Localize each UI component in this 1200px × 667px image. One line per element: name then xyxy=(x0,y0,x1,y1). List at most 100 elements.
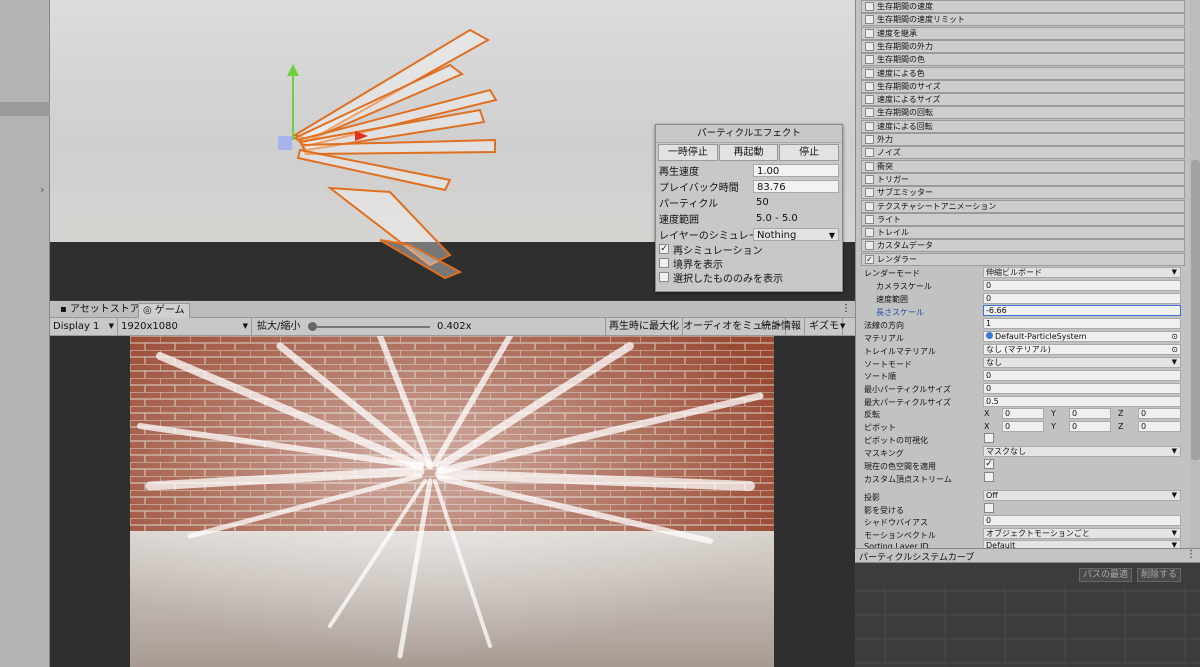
playback-speed-field[interactable]: 1.00 xyxy=(753,163,839,177)
trail-material-field[interactable]: なし (マテリアル) ⊙ xyxy=(983,344,1181,355)
module-row[interactable]: 速度による回転 xyxy=(861,119,1185,133)
playback-time-field[interactable]: 83.76 xyxy=(753,179,839,193)
module-row[interactable]: 外力 xyxy=(861,133,1185,146)
motion-vectors-dropdown[interactable]: オブジェクトモーションごと ▼ xyxy=(983,528,1181,539)
scale-slider-thumb[interactable] xyxy=(308,322,317,331)
scene-view[interactable]: パーティクルエフェクト 一時停止 再起動 停止 再生速度 1.00 プレイバック… xyxy=(50,0,855,300)
checkbox-checked-icon[interactable]: ✓ xyxy=(659,244,669,254)
module-row[interactable]: 生存期間のサイズ xyxy=(861,79,1185,93)
checkbox-icon[interactable] xyxy=(865,55,874,65)
masking-dropdown[interactable]: マスクなし ▼ xyxy=(983,446,1181,457)
module-row[interactable]: ✓ レンダラー xyxy=(861,252,1185,266)
module-row[interactable]: 速度を継承 xyxy=(861,26,1185,40)
module-row[interactable]: 生存期間の速度 xyxy=(861,0,1185,13)
restart-button[interactable]: 再起動 xyxy=(718,144,779,161)
resolution-dropdown[interactable]: 1920x1080 ▼ xyxy=(118,318,252,336)
module-row[interactable]: ノイズ xyxy=(861,146,1185,160)
checkbox-icon[interactable] xyxy=(659,272,669,282)
stop-button[interactable]: 停止 xyxy=(779,144,840,161)
checkbox-icon[interactable] xyxy=(865,241,874,251)
module-row[interactable]: サブエミッター xyxy=(861,186,1185,200)
scale-slider-track[interactable] xyxy=(310,326,430,328)
dropdown-arrow-icon[interactable]: ▼ xyxy=(840,318,845,335)
checkbox-icon[interactable] xyxy=(865,188,874,198)
checkbox-icon[interactable] xyxy=(865,201,874,211)
min-size-field[interactable]: 0 xyxy=(983,383,1181,394)
module-row[interactable]: 生存期間の回転 xyxy=(861,106,1185,120)
tab-menu-icon[interactable]: ⋮ xyxy=(841,303,851,314)
curves-menu-icon[interactable]: ⋮ xyxy=(1186,549,1196,560)
checkbox-icon[interactable] xyxy=(865,148,874,158)
module-row[interactable]: トレイル xyxy=(861,226,1185,240)
length-scale-field[interactable]: -6.66 xyxy=(983,305,1181,316)
checkbox-icon[interactable] xyxy=(865,68,874,78)
checkbox-icon[interactable] xyxy=(865,121,874,131)
show-bounds-toggle[interactable]: 境界を表示 xyxy=(656,256,842,271)
checkbox-icon[interactable] xyxy=(865,108,874,118)
checkbox-icon[interactable] xyxy=(865,174,874,184)
optimize-button[interactable]: パスの最適 xyxy=(1079,568,1133,582)
cast-shadows-dropdown[interactable]: Off ▼ xyxy=(983,490,1181,501)
sort-order-field[interactable]: 0 xyxy=(983,370,1181,381)
checkbox-icon[interactable] xyxy=(865,28,874,38)
module-row[interactable]: トリガー xyxy=(861,172,1185,186)
pause-button[interactable]: 一時停止 xyxy=(658,144,718,161)
stats-toggle[interactable]: 統計情報 xyxy=(758,318,805,336)
module-row[interactable]: 生存期間の外力 xyxy=(861,39,1185,53)
render-mode-dropdown[interactable]: 伸縮ビルボード ▼ xyxy=(983,267,1181,278)
normal-direction-field[interactable]: 1 xyxy=(983,318,1181,329)
scrollbar-thumb[interactable] xyxy=(1191,160,1200,460)
inspector-scrollbar[interactable] xyxy=(1190,0,1200,550)
checkbox-icon[interactable] xyxy=(865,2,874,11)
receive-shadows-checkbox[interactable] xyxy=(984,503,994,513)
checkbox-icon[interactable] xyxy=(865,228,874,238)
flip-y-field[interactable]: 0 xyxy=(1069,408,1111,419)
pivot-x-field[interactable]: 0 xyxy=(1002,421,1044,432)
module-row[interactable]: 速度によるサイズ xyxy=(861,93,1185,107)
max-size-field[interactable]: 0.5 xyxy=(983,396,1181,407)
flip-x-field[interactable]: 0 xyxy=(1002,408,1044,419)
gizmo-y-arrow-icon[interactable] xyxy=(287,64,299,76)
module-row[interactable]: テクスチャシートアニメーション xyxy=(861,199,1185,213)
checkbox-checked-icon[interactable]: ✓ xyxy=(865,254,874,264)
checkbox-icon[interactable] xyxy=(865,41,874,51)
checkbox-icon[interactable] xyxy=(865,95,874,105)
pivot-y-field[interactable]: 0 xyxy=(1069,421,1111,432)
tab-game[interactable]: ◎ ゲーム xyxy=(138,303,190,318)
checkbox-icon[interactable] xyxy=(865,135,874,144)
curves-area[interactable]: パスの最適 削除する xyxy=(855,563,1200,667)
checkbox-icon[interactable] xyxy=(659,258,669,268)
object-picker-icon[interactable]: ⊙ xyxy=(1171,345,1178,354)
module-row[interactable]: 衝突 xyxy=(861,159,1185,173)
material-field[interactable]: Default-ParticleSystem ⊙ xyxy=(983,331,1181,342)
checkbox-icon[interactable] xyxy=(865,214,874,224)
layer-sim-dropdown[interactable]: Nothing ▼ xyxy=(753,227,839,241)
show-selected-only-toggle[interactable]: 選択したもののみを表示 xyxy=(656,270,842,285)
display-dropdown[interactable]: Display 1 ▼ xyxy=(50,318,118,336)
checkbox-icon[interactable] xyxy=(865,81,874,91)
sort-mode-dropdown[interactable]: なし ▼ xyxy=(983,357,1181,368)
gizmos-dropdown[interactable]: ギズモ xyxy=(806,318,843,336)
custom-vertex-streams-checkbox[interactable] xyxy=(984,472,994,482)
expand-arrow-icon[interactable]: › xyxy=(40,183,44,196)
game-view[interactable] xyxy=(130,336,774,667)
checkbox-icon[interactable] xyxy=(865,161,874,171)
visualize-pivot-checkbox[interactable] xyxy=(984,433,994,443)
remove-button[interactable]: 削除する xyxy=(1137,568,1182,582)
gizmo-handle[interactable] xyxy=(278,136,292,150)
resimulate-toggle[interactable]: ✓ 再シミュレーション xyxy=(656,242,842,257)
module-row[interactable]: 速度による色 xyxy=(861,66,1185,80)
module-row[interactable]: 生存期間の色 xyxy=(861,53,1185,67)
pivot-z-field[interactable]: 0 xyxy=(1138,421,1181,432)
module-row[interactable]: ライト xyxy=(861,212,1185,226)
maximize-on-play-toggle[interactable]: 再生時に最大化 xyxy=(605,318,683,336)
speed-scale-field[interactable]: 0 xyxy=(983,293,1181,304)
camera-scale-field[interactable]: 0 xyxy=(983,280,1181,291)
tab-asset-store[interactable]: ▪ アセットストア xyxy=(56,303,144,318)
module-row[interactable]: 生存期間の速度リミット xyxy=(861,13,1185,27)
checkbox-icon[interactable] xyxy=(865,15,874,25)
apply-color-space-checkbox[interactable]: ✓ xyxy=(984,459,994,469)
module-row[interactable]: カスタムデータ xyxy=(861,239,1185,253)
flip-z-field[interactable]: 0 xyxy=(1138,408,1181,419)
object-picker-icon[interactable]: ⊙ xyxy=(1171,332,1178,341)
